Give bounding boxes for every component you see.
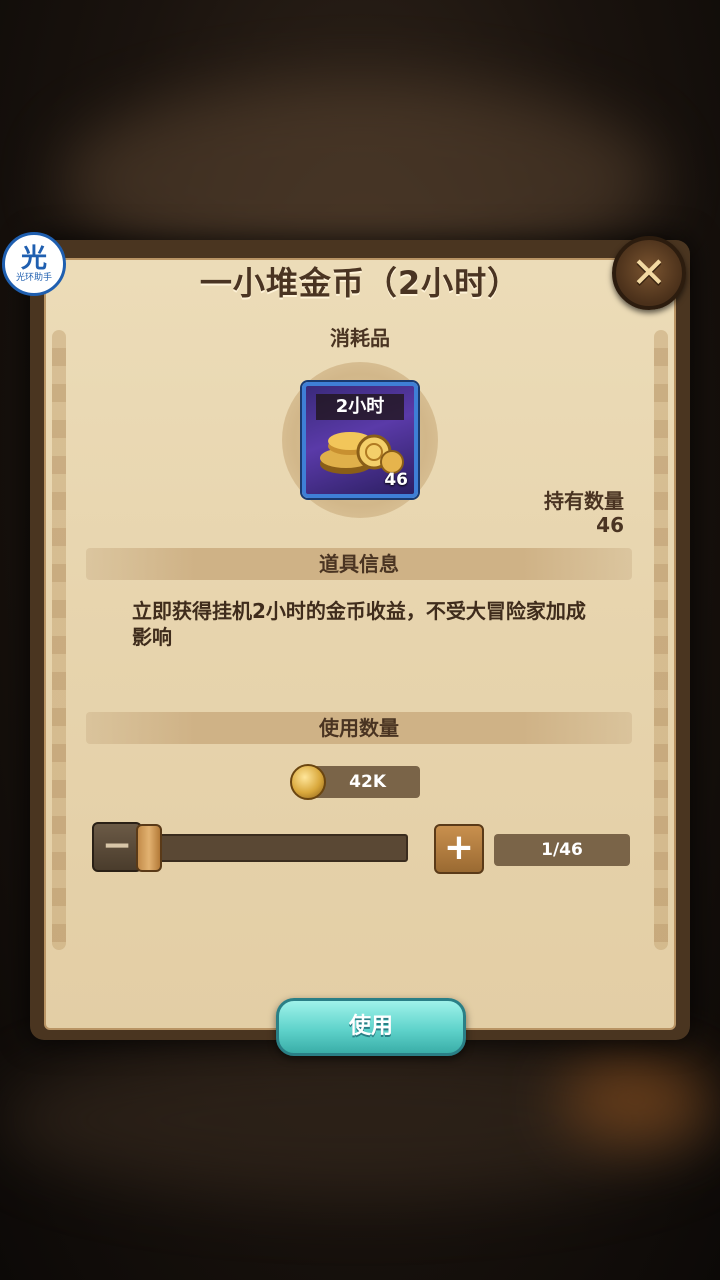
frame-vine-left	[52, 330, 66, 950]
badge-glyph: 光	[20, 244, 47, 274]
holdings-value: 46	[596, 513, 624, 537]
close-icon: ✕	[631, 248, 667, 297]
overlay-assistant-badge[interactable]: 光 光环助手	[2, 232, 66, 296]
use-button[interactable]: 使用	[276, 998, 466, 1056]
item-count: 46	[384, 470, 408, 490]
increase-button[interactable]: +	[434, 824, 484, 874]
quantity-display: 1/46	[494, 834, 630, 866]
quantity-slider-handle[interactable]	[136, 824, 162, 872]
item-category: 消耗品	[330, 326, 390, 350]
gold-coin-icon	[290, 764, 326, 800]
frame-vine-right	[654, 330, 668, 950]
holdings-label: 持有数量	[544, 489, 624, 513]
decrease-button[interactable]: −	[92, 822, 142, 872]
usage-quantity-header: 使用数量	[86, 712, 632, 744]
item-info-header: 道具信息	[86, 548, 632, 580]
close-button[interactable]: ✕	[612, 236, 686, 310]
badge-label: 光环助手	[15, 273, 52, 283]
item-icon-frame: 2小时 46	[302, 382, 418, 498]
item-description: 立即获得挂机2小时的金币收益，不受大冒险家加成影响	[132, 599, 586, 649]
quantity-slider[interactable]	[138, 834, 408, 862]
